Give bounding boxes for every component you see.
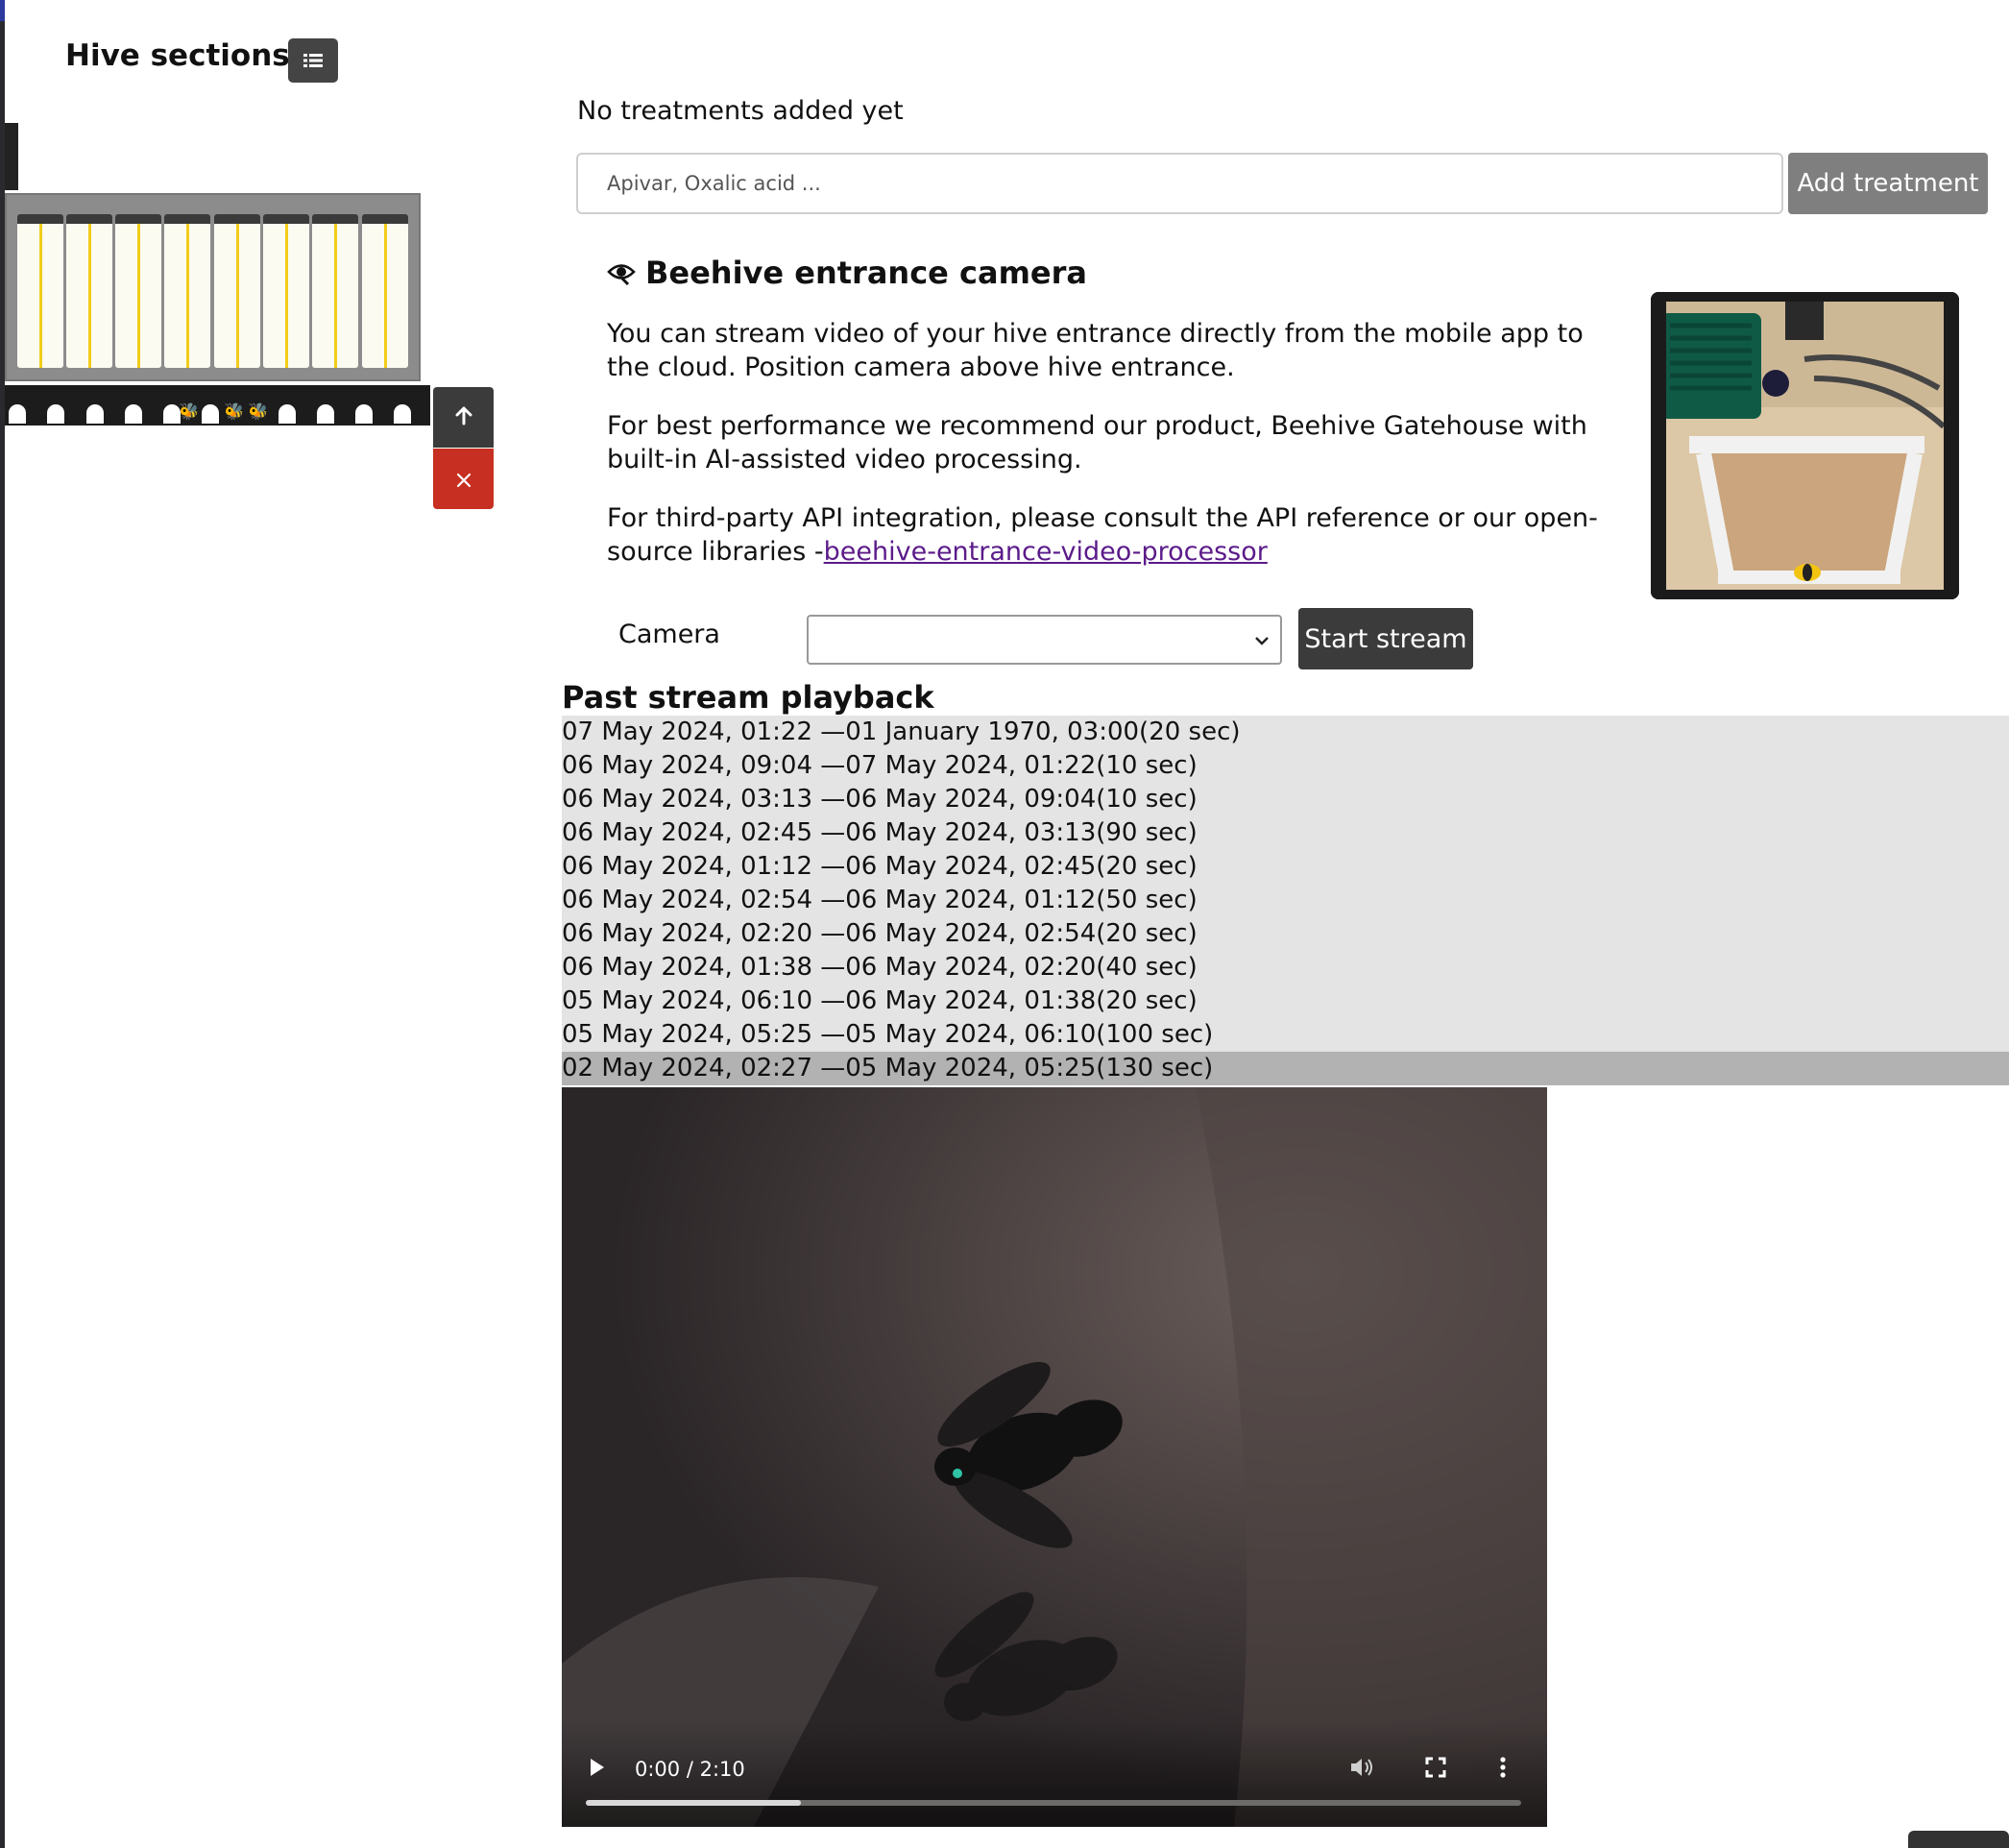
camera-recommendation: For best performance we recommend our pr… <box>607 411 1587 474</box>
stream-item[interactable]: 06 May 2024, 02:54 —06 May 2024, 01:12(5… <box>562 884 2009 917</box>
hive-frame[interactable] <box>115 214 161 368</box>
no-treatments-text: No treatments added yet <box>577 96 904 126</box>
list-view-button[interactable] <box>288 38 338 83</box>
bee-icon: 🐝 <box>179 402 200 422</box>
stream-item[interactable]: 06 May 2024, 09:04 —07 May 2024, 01:22(1… <box>562 749 2009 783</box>
stream-item[interactable]: 06 May 2024, 01:12 —06 May 2024, 02:45(2… <box>562 850 2009 884</box>
hive-frame[interactable] <box>214 214 260 368</box>
list-icon <box>303 54 323 67</box>
hive-sections-title: Hive sections <box>65 38 290 73</box>
stream-item[interactable]: 05 May 2024, 05:25 —05 May 2024, 06:10(1… <box>562 1018 2009 1052</box>
hive-frame[interactable] <box>263 214 309 368</box>
camera-description: You can stream video of your hive entran… <box>607 319 1584 382</box>
move-section-up-button[interactable] <box>433 387 494 448</box>
video-processor-link[interactable]: beehive-entrance-video-processor <box>824 537 1268 567</box>
play-icon <box>591 1759 604 1776</box>
play-button[interactable] <box>589 1756 606 1785</box>
video-progress-bar[interactable] <box>586 1800 1521 1806</box>
camera-select[interactable] <box>807 615 1282 665</box>
hive-frame[interactable] <box>164 214 210 368</box>
stream-item[interactable]: 06 May 2024, 01:38 —06 May 2024, 02:20(4… <box>562 951 2009 985</box>
stream-list: 07 May 2024, 01:22 —01 January 1970, 03:… <box>562 716 2009 1085</box>
video-time: 0:00 / 2:10 <box>635 1758 745 1781</box>
close-icon <box>456 473 471 487</box>
eye-icon <box>607 264 636 286</box>
stream-item[interactable]: 07 May 2024, 01:22 —01 January 1970, 03:… <box>562 716 2009 749</box>
video-player[interactable]: 0:00 / 2:10 <box>562 1087 1547 1827</box>
window-edge-tab <box>5 123 18 190</box>
camera-api-note: For third-party API integration, please … <box>607 501 1625 569</box>
video-progress-fill <box>586 1800 802 1806</box>
mute-button[interactable] <box>1349 1756 1376 1783</box>
camera-label: Camera <box>618 620 720 649</box>
hive-frame[interactable] <box>66 214 112 368</box>
hive-bottom-board[interactable]: 🐝 🐝 🐝 <box>5 385 430 426</box>
more-options-button[interactable] <box>1498 1756 1508 1783</box>
fullscreen-button[interactable] <box>1424 1756 1447 1783</box>
chevron-down-icon <box>1255 637 1269 645</box>
hive-box[interactable] <box>5 193 421 381</box>
camera-title-text: Beehive entrance camera <box>645 255 1087 291</box>
video-frame <box>562 1087 1547 1827</box>
remove-section-button[interactable] <box>433 449 494 509</box>
add-treatment-button[interactable]: Add treatment <box>1788 153 1988 214</box>
camera-section-title: Beehive entrance camera <box>607 255 1087 291</box>
arrow-up-icon <box>455 406 472 426</box>
volume-icon <box>1351 1759 1372 1776</box>
stream-item[interactable]: 05 May 2024, 06:10 —06 May 2024, 01:38(2… <box>562 985 2009 1018</box>
hive-frame[interactable] <box>362 214 408 368</box>
bee-icon: 🐝 <box>224 402 245 422</box>
hive-frame[interactable] <box>312 214 358 368</box>
start-stream-button[interactable]: Start stream <box>1298 608 1473 669</box>
stream-item[interactable]: 06 May 2024, 02:45 —06 May 2024, 03:13(9… <box>562 816 2009 850</box>
corner-button[interactable] <box>1908 1831 2009 1848</box>
hive-frame[interactable] <box>17 214 63 368</box>
stream-item[interactable]: 02 May 2024, 02:27 —05 May 2024, 05:25(1… <box>562 1052 2009 1085</box>
bee-icon: 🐝 <box>248 402 269 422</box>
past-stream-title: Past stream playback <box>562 679 934 716</box>
gatehouse-product-image <box>1651 292 1959 599</box>
window-edge-accent <box>0 0 5 21</box>
treatment-input[interactable] <box>576 153 1783 214</box>
video-controls: 0:00 / 2:10 <box>562 1721 1547 1827</box>
fullscreen-icon <box>1425 1757 1446 1778</box>
more-vertical-icon <box>1500 1757 1506 1778</box>
stream-item[interactable]: 06 May 2024, 02:20 —06 May 2024, 02:54(2… <box>562 917 2009 951</box>
stream-item[interactable]: 06 May 2024, 03:13 —06 May 2024, 09:04(1… <box>562 783 2009 816</box>
